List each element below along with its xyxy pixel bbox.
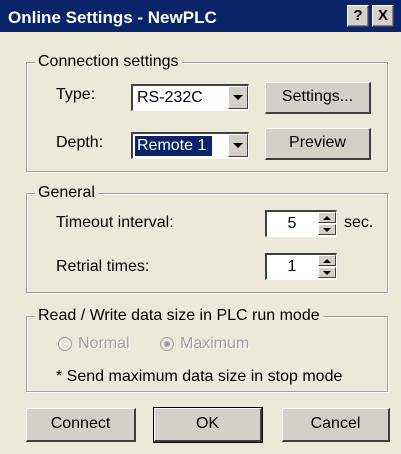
retrial-label: Retrial times: bbox=[56, 258, 150, 275]
stop-mode-note: * Send maximum data size in stop mode bbox=[56, 368, 343, 385]
chevron-down-icon bbox=[233, 95, 243, 100]
window-title: Online Settings - NewPLC bbox=[8, 8, 217, 27]
preview-button-label: Preview bbox=[289, 134, 346, 151]
maximum-radio-dot bbox=[164, 341, 170, 347]
type-label: Type: bbox=[56, 86, 96, 103]
timeout-unit: sec. bbox=[344, 214, 374, 231]
connection-settings-legend: Connection settings bbox=[35, 53, 182, 71]
cancel-button-label: Cancel bbox=[310, 415, 361, 432]
readwrite-legend: Read / Write data size in PLC run mode bbox=[35, 307, 323, 325]
timeout-spinner[interactable]: 5 bbox=[265, 210, 337, 237]
close-button[interactable]: X bbox=[372, 5, 394, 27]
online-settings-dialog: Online Settings - NewPLC ? X Connection … bbox=[0, 0, 401, 454]
type-select[interactable]: RS-232C bbox=[131, 84, 249, 111]
normal-radio[interactable] bbox=[58, 337, 72, 351]
timeout-spin-down[interactable] bbox=[318, 224, 336, 235]
spin-up-icon bbox=[323, 216, 331, 220]
retrial-spin-down[interactable] bbox=[318, 267, 336, 278]
maximum-radio[interactable] bbox=[160, 337, 174, 351]
depth-label: Depth: bbox=[56, 134, 104, 151]
normal-radio-label: Normal bbox=[78, 335, 130, 352]
retrial-value: 1 bbox=[287, 258, 297, 275]
spin-down-icon bbox=[323, 228, 331, 232]
spin-up-icon bbox=[323, 259, 331, 263]
ok-button-label: OK bbox=[195, 415, 220, 432]
help-button[interactable]: ? bbox=[347, 5, 369, 27]
retrial-spin-up[interactable] bbox=[318, 255, 336, 266]
depth-select[interactable]: Remote 1 bbox=[131, 132, 249, 159]
timeout-label: Timeout interval: bbox=[56, 214, 174, 231]
settings-button[interactable]: Settings... bbox=[265, 82, 371, 114]
depth-select-value: Remote 1 bbox=[135, 136, 213, 156]
timeout-spin-up[interactable] bbox=[318, 212, 336, 223]
maximum-radio-label: Maximum bbox=[180, 335, 250, 352]
chevron-down-icon bbox=[233, 143, 243, 148]
cancel-button[interactable]: Cancel bbox=[282, 408, 390, 442]
connect-button[interactable]: Connect bbox=[26, 408, 136, 442]
title-bar: Online Settings - NewPLC ? X bbox=[0, 0, 401, 32]
retrial-spinner[interactable]: 1 bbox=[265, 253, 337, 280]
preview-button[interactable]: Preview bbox=[265, 128, 371, 160]
spin-down-icon bbox=[323, 271, 331, 275]
close-icon: X bbox=[377, 7, 388, 24]
timeout-value: 5 bbox=[287, 215, 297, 232]
type-select-value: RS-232C bbox=[137, 89, 203, 106]
type-select-dropdown-button[interactable] bbox=[228, 86, 248, 109]
depth-select-dropdown-button[interactable] bbox=[228, 134, 248, 157]
settings-button-label: Settings... bbox=[281, 88, 354, 105]
connect-button-label: Connect bbox=[50, 415, 111, 432]
help-icon: ? bbox=[353, 7, 363, 24]
general-legend: General bbox=[35, 184, 98, 202]
ok-button[interactable]: OK bbox=[153, 407, 263, 443]
